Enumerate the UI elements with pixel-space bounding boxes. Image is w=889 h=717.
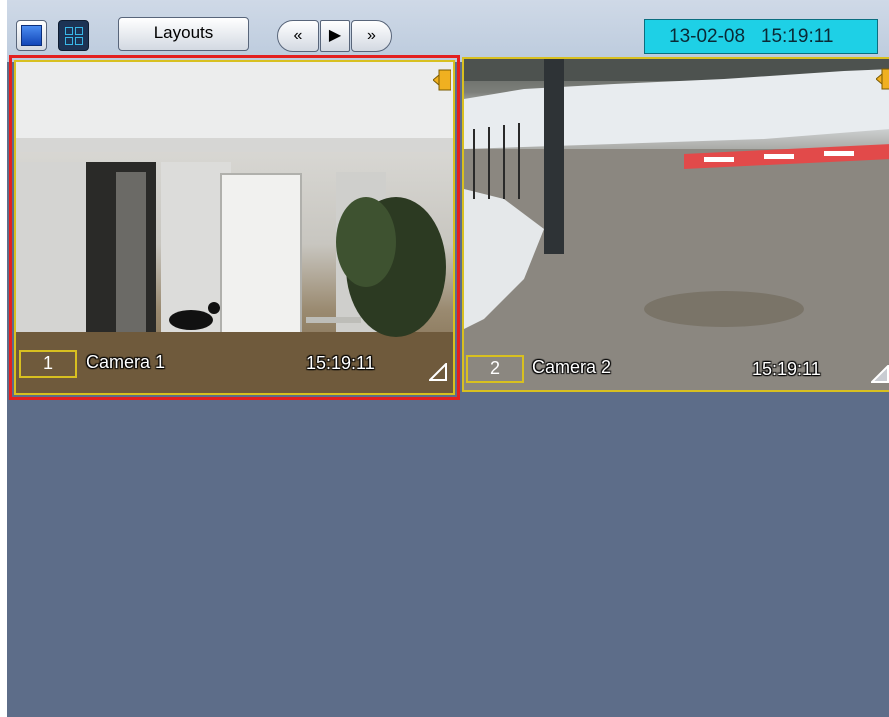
camera-2-time: 15:19:11 <box>752 359 821 379</box>
layouts-button[interactable]: Layouts <box>118 17 249 51</box>
single-view-button[interactable] <box>16 20 47 51</box>
speaker-icon[interactable] <box>433 66 451 94</box>
toolbar: Layouts « ▶ » 13-02-08 15:19:11 <box>7 0 889 62</box>
camera-2-name: Camera 2 <box>532 357 612 377</box>
camera-1-scene <box>16 62 453 393</box>
camera-1-name: Camera 1 <box>86 352 166 372</box>
speaker-icon-2[interactable] <box>876 65 889 93</box>
camera-1-video: 1 Camera 1 15:19:11 <box>14 60 455 395</box>
camera-2-id-badge: 2 <box>466 355 524 383</box>
previous-button[interactable]: « <box>277 20 319 52</box>
camera-tile-2[interactable]: 2 Camera 2 15:19:11 <box>462 57 889 392</box>
monitor-window: Layouts « ▶ » 13-02-08 15:19:11 1 Camera… <box>7 0 889 717</box>
playback-nav: « ▶ » <box>277 20 392 52</box>
play-button[interactable]: ▶ <box>320 20 350 52</box>
camera-1-time: 15:19:11 <box>306 353 375 373</box>
empty-layout-area <box>7 400 889 717</box>
datetime-display: 13-02-08 15:19:11 <box>644 19 878 54</box>
camera-2-scene <box>464 59 889 390</box>
camera-tile-1[interactable]: 1 Camera 1 15:19:11 <box>9 55 460 400</box>
camera-1-id-badge: 1 <box>19 350 77 378</box>
grid-view-button[interactable] <box>58 20 89 51</box>
next-button[interactable]: » <box>351 20 392 52</box>
single-view-icon <box>21 25 42 46</box>
resize-corner-icon-2[interactable] <box>871 365 889 383</box>
resize-corner-icon[interactable] <box>429 363 447 381</box>
